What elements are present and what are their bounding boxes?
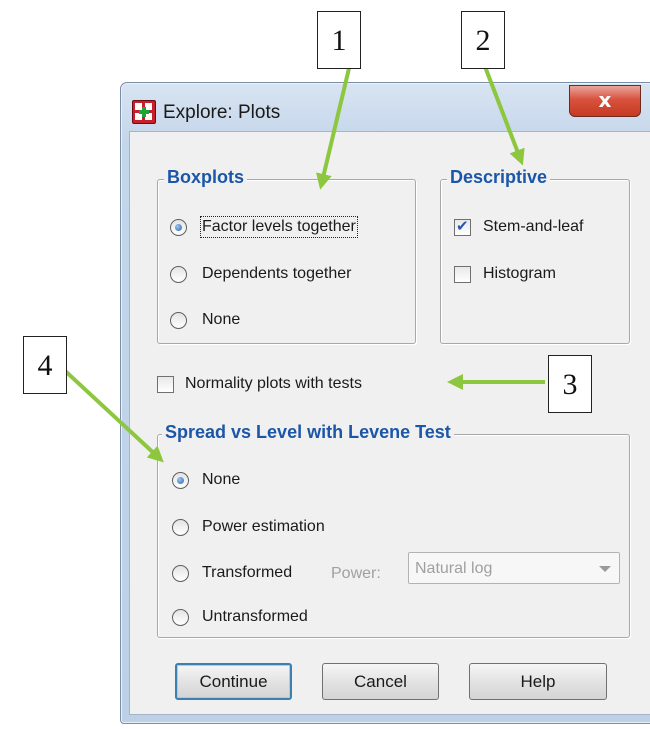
callout-4: 4 <box>23 336 67 394</box>
callout-3: 3 <box>548 355 592 413</box>
arrow-2 <box>482 63 525 166</box>
arrow-1 <box>316 63 352 190</box>
arrow-4 <box>60 366 164 463</box>
callout-1: 1 <box>317 11 361 69</box>
callout-2: 2 <box>461 11 505 69</box>
